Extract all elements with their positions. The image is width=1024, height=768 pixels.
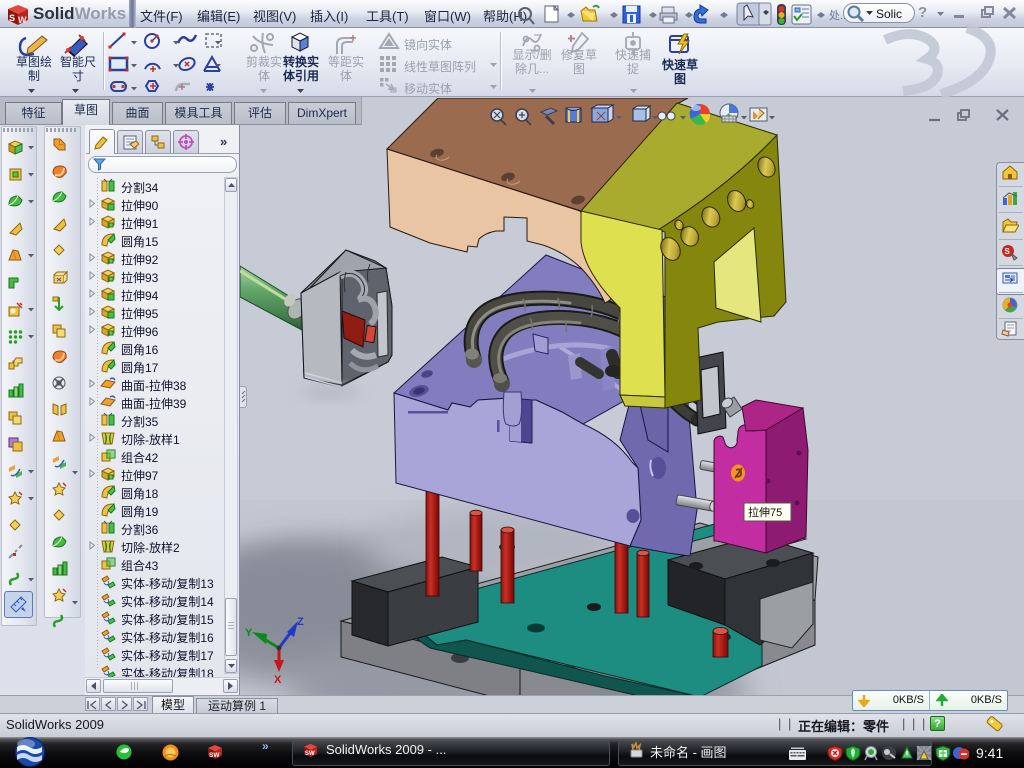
svg-text:Y: Y [245,627,253,639]
svg-text:SW: SW [305,750,315,757]
svg-text:SW: SW [209,752,220,759]
svg-text:X: X [274,674,282,686]
svg-text:Z: Z [297,616,304,628]
svg-text:拉伸75: 拉伸75 [748,505,782,519]
svg-text:S: S [1005,247,1011,256]
